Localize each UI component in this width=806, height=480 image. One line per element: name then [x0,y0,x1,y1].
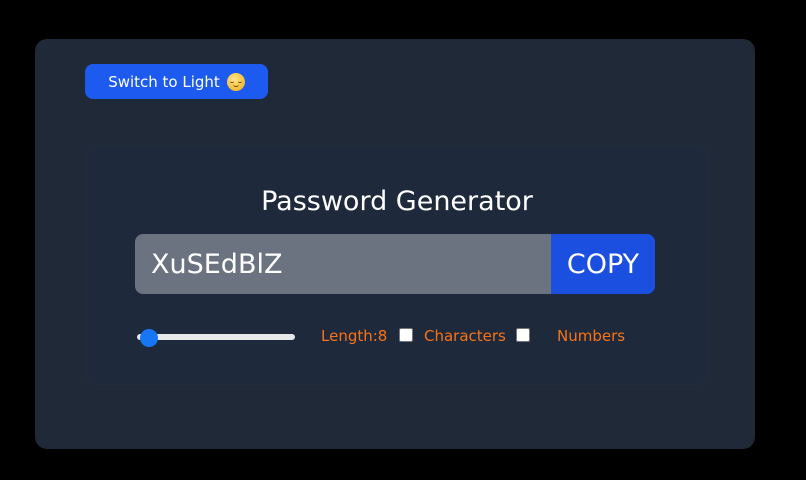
numbers-checkbox[interactable] [516,328,530,342]
numbers-label: Numbers [557,327,626,345]
length-label: Length:8 [321,327,388,345]
theme-toggle-label: Switch to Light [108,72,220,91]
theme-toggle-button[interactable]: Switch to Light [85,64,268,99]
page-title: Password Generator [261,186,533,217]
characters-checkbox[interactable] [399,328,413,342]
options-row: Length:8 Characters Numbers [135,324,655,350]
password-generator-card: Password Generator COPY Length:8 Charact… [87,146,707,384]
copy-button[interactable]: COPY [551,234,655,294]
length-slider-track [137,334,295,340]
characters-label: Characters [424,327,506,345]
smiling-face-emoji-icon [226,72,245,91]
app-frame: Switch to Light Password Generator COPY … [35,39,755,449]
password-input[interactable] [135,234,551,294]
length-slider[interactable] [135,329,297,347]
length-slider-thumb[interactable] [139,329,158,347]
password-row: COPY [135,234,655,294]
